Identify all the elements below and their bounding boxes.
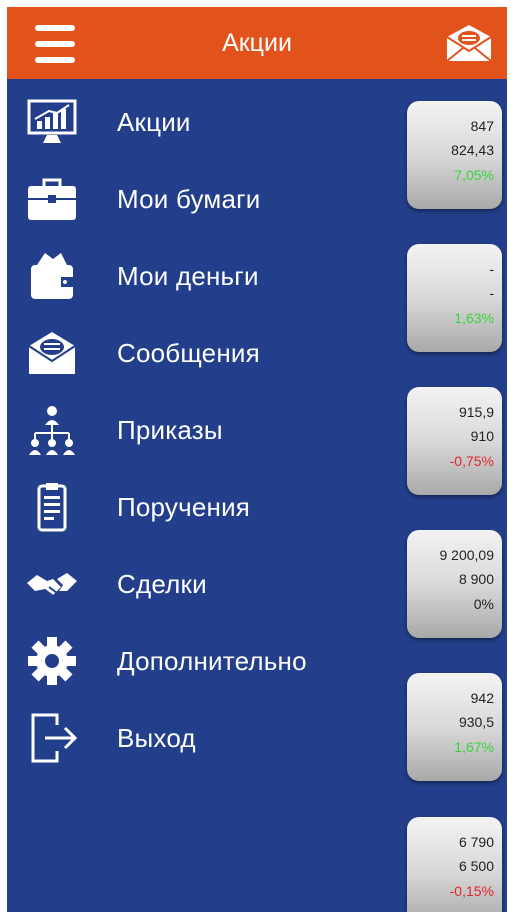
menu-item-messages[interactable]: Сообщения <box>7 318 387 388</box>
menu-item-label: Приказы <box>117 415 223 445</box>
quote-value-2: 6 500 <box>458 858 494 874</box>
menu-item-label: Мои бумаги <box>117 184 261 214</box>
menu-item-label: Акции <box>117 107 191 137</box>
envelope-icon[interactable] <box>443 21 495 65</box>
menu-item-label: Сделки <box>117 569 207 599</box>
quote-value-1: 9 200,09 <box>439 547 495 563</box>
top-bar: Акции <box>7 7 507 79</box>
app-screen: Акции Акции Мои бумаги Мои деньги Сообще… <box>7 7 507 912</box>
quote-value-2: - <box>489 285 494 301</box>
logout-icon <box>31 713 78 763</box>
org-structure-icon <box>29 406 75 455</box>
quote-value-1: 942 <box>470 690 494 706</box>
menu-item-label: Мои деньги <box>117 261 259 291</box>
menu-item-label: Поручения <box>117 492 251 522</box>
quote-change: 7,05% <box>454 167 494 183</box>
quote-tile[interactable]: 942 930,5 1,67% <box>407 673 502 781</box>
quote-value-2: 824,43 <box>451 142 494 158</box>
quote-value-1: 847 <box>470 118 494 134</box>
menu-item-instructions[interactable]: Поручения <box>7 472 387 542</box>
quote-tile[interactable]: - - 1,63% <box>407 244 502 352</box>
quote-tile[interactable]: 6 790 6 500 -0,15% <box>407 817 502 912</box>
quote-change: 1,63% <box>454 310 494 326</box>
stock-chart-icon <box>27 99 77 143</box>
quote-value-1: 6 790 <box>458 834 494 850</box>
quote-change: 1,67% <box>454 739 494 755</box>
quote-tile[interactable]: 915,9 910 -0,75% <box>407 387 502 495</box>
page-title: Акции <box>222 29 292 57</box>
menu-item-label: Сообщения <box>117 338 260 368</box>
menu-item-my-money[interactable]: Мои деньги <box>7 241 387 311</box>
menu-item-deals[interactable]: Сделки <box>7 549 387 619</box>
quote-tile[interactable]: 847 824,43 7,05% <box>407 101 502 209</box>
quote-change: -0,75% <box>449 453 494 469</box>
quote-value-1: - <box>489 261 494 277</box>
quote-change: -0,15% <box>449 883 494 899</box>
envelope-icon <box>28 332 76 374</box>
menu-item-logout[interactable]: Выход <box>7 703 387 773</box>
handshake-icon <box>27 573 77 597</box>
quote-change: 0% <box>473 596 494 612</box>
menu-item-stocks[interactable]: Акции <box>7 87 387 157</box>
quote-value-2: 930,5 <box>458 714 494 730</box>
menu-item-my-papers[interactable]: Мои бумаги <box>7 164 387 234</box>
gear-icon <box>28 637 76 685</box>
clipboard-icon <box>37 483 67 532</box>
menu-item-label: Дополнительно <box>117 646 307 676</box>
quote-tile[interactable]: 9 200,09 8 900 0% <box>407 530 502 638</box>
menu-item-label: Выход <box>117 723 196 753</box>
quote-value-1: 915,9 <box>458 404 494 420</box>
briefcase-icon <box>28 178 76 220</box>
quote-value-2: 910 <box>470 428 494 444</box>
menu-item-additional[interactable]: Дополнительно <box>7 626 387 696</box>
quote-value-2: 8 900 <box>458 571 494 587</box>
wallet-icon <box>31 253 73 299</box>
menu-item-orders[interactable]: Приказы <box>7 395 387 465</box>
